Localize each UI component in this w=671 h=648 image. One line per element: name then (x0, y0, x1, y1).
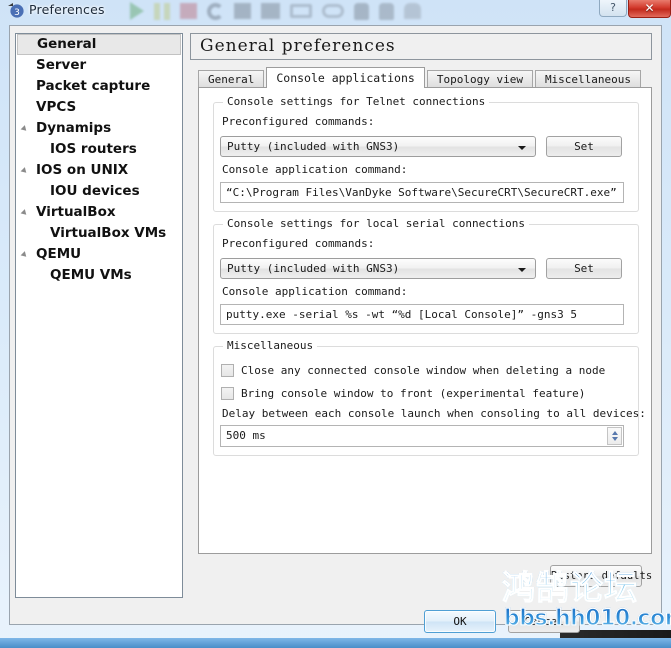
tab-label: Topology view (436, 73, 523, 86)
sidebar-item-label: Dynamips (36, 120, 112, 136)
console-applications-panel: Console settings for Telnet connections … (198, 87, 652, 554)
svg-text:3: 3 (14, 8, 20, 18)
sidebar-item-label: IOU devices (50, 183, 140, 199)
telnet-preconfigured-combobox[interactable]: Putty (included with GNS3) (220, 136, 536, 157)
spinner-buttons[interactable] (607, 427, 622, 445)
close-console-checkbox-row[interactable]: Close any connected console window when … (221, 362, 605, 378)
sidebar-item-label: QEMU VMs (50, 267, 132, 283)
sidebar-item-label: QEMU (36, 246, 82, 262)
tree-expand-arrow-icon[interactable] (20, 125, 29, 133)
telnet-preconfigured-label: Preconfigured commands: (222, 115, 375, 128)
tree-expand-arrow-icon[interactable] (20, 209, 29, 217)
chevron-down-icon (518, 268, 526, 272)
spinner-up-icon[interactable] (612, 431, 618, 435)
serial-settings-group: Console settings for local serial connec… (213, 217, 639, 334)
serial-preconfigured-combobox[interactable]: Putty (included with GNS3) (220, 258, 536, 279)
sidebar-item-server[interactable]: Server (16, 55, 182, 76)
sidebar-item-qemu-vms[interactable]: QEMU VMs (16, 265, 182, 286)
tree-expand-arrow-icon[interactable] (20, 167, 29, 175)
sidebar-item-vpcs[interactable]: VPCS (16, 97, 182, 118)
spinner-down-icon[interactable] (612, 437, 618, 441)
ok-button[interactable]: OK (424, 610, 496, 633)
sidebar-item-label: VPCS (36, 99, 77, 115)
bring-front-label: Bring console window to front (experimen… (241, 386, 586, 400)
serial-preconfigured-label: Preconfigured commands: (222, 237, 375, 250)
bring-front-checkbox-row[interactable]: Bring console window to front (experimen… (221, 385, 585, 401)
sidebar-item-packet-capture[interactable]: Packet capture (16, 76, 182, 97)
cancel-button[interactable]: Cancel (508, 610, 580, 633)
serial-command-label: Console application command: (222, 285, 408, 298)
tab-bar[interactable]: General Console applications Topology view… (198, 67, 643, 88)
console-launch-delay-spinbox[interactable]: 500 ms (220, 425, 624, 447)
sidebar-item-iou-devices[interactable]: IOU devices (16, 181, 182, 202)
telnet-command-input[interactable]: “C:\Program Files\VanDyke Software\Secur… (220, 182, 624, 203)
tab-general[interactable]: General (198, 70, 265, 87)
miscellaneous-group: Miscellaneous Close any connected consol… (213, 339, 646, 456)
sidebar-item-virtualbox[interactable]: VirtualBox (16, 202, 182, 223)
help-button[interactable]: ? (599, 0, 627, 17)
telnet-set-button[interactable]: Set (546, 136, 622, 157)
sidebar-item-virtualbox-vms[interactable]: VirtualBox VMs (16, 223, 182, 244)
telnet-preconfigured-value: Putty (included with GNS3) (227, 140, 400, 153)
serial-group-title: Console settings for local serial connec… (223, 217, 530, 230)
sidebar-item-label: VirtualBox (36, 204, 116, 220)
tab-topology-view[interactable]: Topology view (426, 70, 533, 87)
sidebar-item-ios-on-unix[interactable]: IOS on UNIX (16, 160, 182, 181)
tab-miscellaneous[interactable]: Miscellaneous (534, 70, 642, 87)
background-taskbar (0, 638, 671, 648)
sidebar-item-label: Packet capture (36, 78, 151, 94)
serial-set-button[interactable]: Set (546, 258, 622, 279)
tab-label: Console applications (276, 71, 415, 85)
sidebar-item-label: IOS routers (50, 141, 137, 157)
close-console-checkbox[interactable] (221, 363, 234, 377)
misc-group-title: Miscellaneous (223, 339, 318, 352)
preferences-category-tree[interactable]: General Server Packet capture VPCS Dynamips I… (15, 33, 183, 598)
sidebar-item-label: VirtualBox VMs (50, 225, 167, 241)
restore-defaults-button[interactable]: Restore defaults (550, 565, 652, 587)
title-bar: 3 Preferences ? ✕ (0, 0, 671, 22)
close-button[interactable]: ✕ (628, 0, 671, 18)
tab-console-applications[interactable]: Console applications (266, 67, 425, 88)
close-console-label: Close any connected console window when … (241, 363, 606, 377)
page-title: General preferences (190, 33, 652, 60)
bring-front-checkbox[interactable] (221, 386, 234, 400)
sidebar-item-label: IOS on UNIX (36, 162, 129, 178)
tree-expand-arrow-icon[interactable] (20, 251, 29, 259)
chevron-down-icon (518, 146, 526, 150)
delay-value: 500 ms (226, 429, 266, 442)
gns3-icon: 3 (8, 3, 24, 18)
tab-label: Miscellaneous (544, 73, 632, 86)
telnet-settings-group: Console settings for Telnet connections … (213, 95, 639, 212)
tab-label: General (208, 73, 255, 86)
telnet-group-title: Console settings for Telnet connections (223, 95, 490, 108)
sidebar-item-general[interactable]: General (17, 34, 181, 55)
preferences-window: 3 Preferences ? ✕ General Server Packet ca… (0, 0, 671, 648)
serial-command-input[interactable]: putty.exe -serial %s -wt “%d [Local Cons… (220, 304, 624, 325)
serial-preconfigured-value: Putty (included with GNS3) (227, 262, 400, 275)
sidebar-item-dynamips[interactable]: Dynamips (16, 118, 182, 139)
window-title: Preferences (29, 2, 105, 17)
telnet-command-label: Console application command: (222, 163, 408, 176)
sidebar-item-qemu[interactable]: QEMU (16, 244, 182, 265)
delay-label: Delay between each console launch when c… (222, 407, 646, 420)
sidebar-item-label: General (37, 36, 97, 52)
sidebar-item-label: Server (36, 57, 87, 73)
sidebar-item-ios-routers[interactable]: IOS routers (16, 139, 182, 160)
